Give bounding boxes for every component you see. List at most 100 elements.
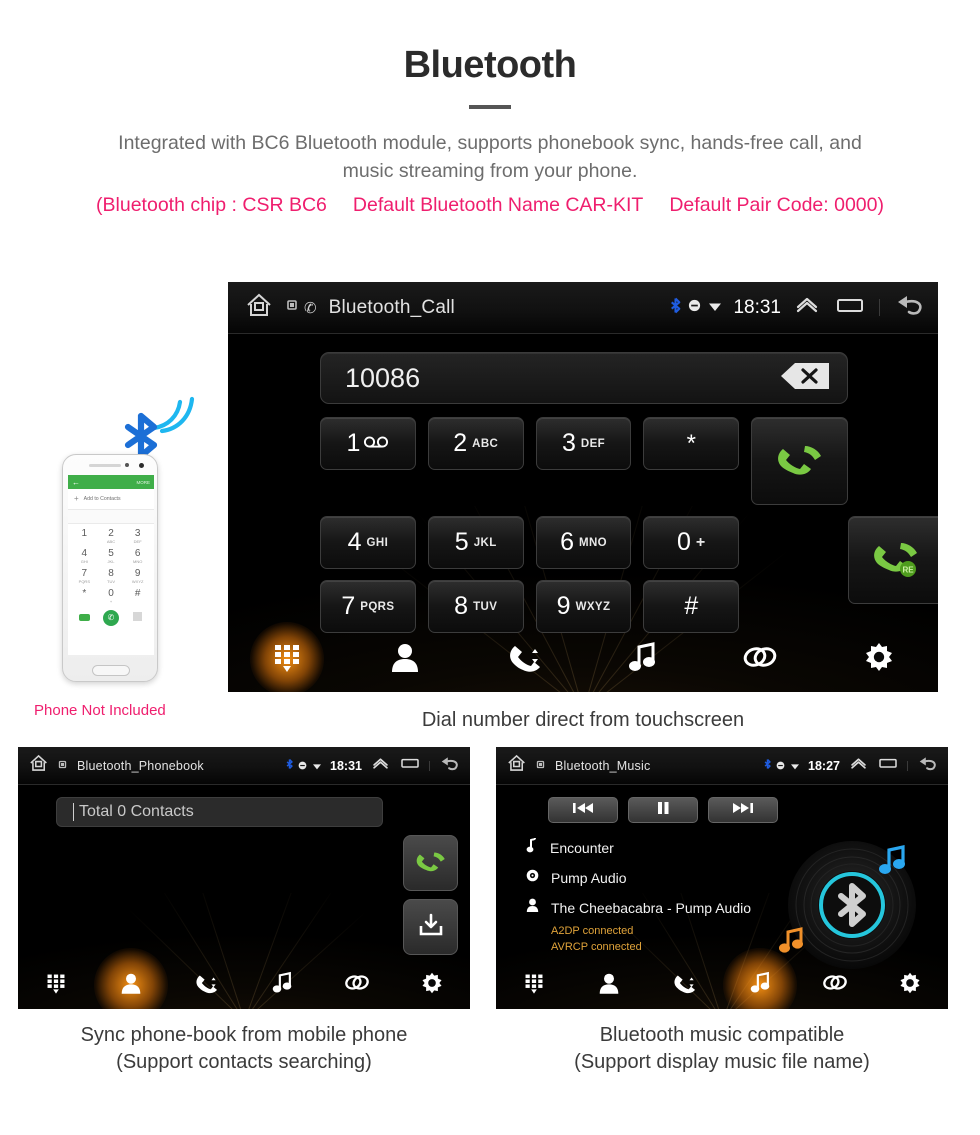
home-icon[interactable] [244,291,278,324]
intro-line-1: Integrated with BC6 Bluetooth module, su… [118,132,862,154]
key-4[interactable]: 4 GHI [320,516,416,569]
phone-key-6: 6 MNO [133,548,143,564]
phonebook-caption-line-1: Sync phone-book from mobile phone [80,1024,408,1046]
dialed-number-field[interactable]: 10086 [320,352,848,404]
nav-call-history[interactable] [169,961,244,1009]
key-2[interactable]: 2 ABC [427,417,524,470]
call-status-bar: ✆ Bluetooth_Call 18:31 [228,282,938,334]
nav-pairing[interactable] [701,626,819,692]
key-0[interactable]: 0 + [643,516,740,569]
clock-label: 18:27 [808,758,840,773]
album-row: Pump Audio [526,869,796,887]
page-title: Bluetooth [403,44,577,86]
voicemail-icon [363,435,389,453]
keypad-icon [270,640,304,679]
dial-keypad: 1 2 ABC 3 DEF * 4 GHI 5 JKL 6 MNO 0 + 7 … [320,417,849,633]
back-icon[interactable] [439,755,462,777]
status-divider [879,299,880,316]
phonebook-call-button[interactable] [403,835,458,891]
key-2-number: 2 [453,429,468,457]
track-title-label: Encounter [550,839,614,856]
nav-keypad[interactable] [18,961,93,1009]
phonebook-caption-line-2: (Support contacts searching) [116,1051,372,1073]
link-icon [344,973,370,997]
previous-button[interactable] [548,797,618,823]
key-9-number: 9 [556,592,571,620]
nav-contacts[interactable] [346,626,464,692]
key-5-number: 5 [454,528,469,556]
bluetooth-phonebook-screen: Bluetooth_Phonebook 18:31 Total 0 Contac… [18,747,470,1009]
nav-contacts[interactable] [571,961,646,1009]
recents-icon[interactable] [835,295,865,320]
phone-key-0: 0 + [108,588,114,604]
chevron-up-icon[interactable] [795,295,819,320]
contacts-search-field[interactable]: Total 0 Contacts [56,797,383,827]
contacts-icon [121,972,141,999]
key-6[interactable]: 6 MNO [535,516,632,569]
phone-sensor-icon [125,463,129,467]
key-9-letters: WXYZ [575,600,611,613]
phone-key-3: 3 DEF [133,528,142,544]
key-1[interactable]: 1 [320,417,416,470]
spec-line: (Bluetooth chip : CSR BC6 Default Blueto… [0,194,980,217]
sim-icon [58,757,67,775]
home-icon[interactable] [506,753,530,778]
nav-call-history[interactable] [465,626,583,692]
key-7-number: 7 [341,592,356,620]
redial-button[interactable]: RE [848,516,938,604]
call-handset-icon [774,441,826,482]
nav-settings[interactable] [873,961,948,1009]
nav-pairing[interactable] [319,961,394,1009]
phone-key-7: 7 PQRS [78,568,90,584]
phonebook-screen-title: Bluetooth_Phonebook [77,758,204,773]
artist-label: The Cheebacabra - Pump Audio [551,899,752,916]
key-5[interactable]: 5 JKL [427,516,524,569]
next-button[interactable] [708,797,778,823]
key-1-number: 1 [346,429,361,457]
back-icon[interactable] [917,755,940,777]
recents-icon[interactable] [878,756,898,775]
nav-call-history[interactable] [647,961,722,1009]
key-3[interactable]: 3 DEF [535,417,632,470]
back-icon[interactable] [894,293,928,322]
key-5-letters: JKL [473,536,497,549]
call-nav-bar [228,626,938,692]
backspace-icon[interactable] [779,361,833,396]
previous-icon [571,801,595,820]
nav-music[interactable] [583,626,701,692]
keypad-row: 4 GHI 5 JKL 6 MNO 0 + [320,516,848,569]
nav-contacts[interactable] [93,961,168,1009]
nav-pairing[interactable] [797,961,872,1009]
nav-keypad[interactable] [228,626,346,692]
music-body: Encounter Pump Audio The Cheebacabra - P… [496,785,948,1009]
text-cursor [73,803,74,821]
nav-keypad[interactable] [496,961,571,1009]
link-icon [742,644,778,675]
chevron-up-icon[interactable] [850,756,867,776]
nav-music[interactable] [722,961,797,1009]
phone-illustration: ← MORE + Add to Contacts 1 2 ABC 3 DEF 4 GH… [62,454,158,682]
chevron-up-icon[interactable] [372,756,389,776]
intro-line-2: music streaming from your phone. [342,160,638,183]
nav-settings[interactable] [820,626,938,692]
key-star[interactable]: * [643,417,740,470]
music-screen-title: Bluetooth_Music [555,758,651,773]
nav-music[interactable] [244,961,319,1009]
track-note-icon [526,837,538,858]
phone-keypad-row: 7 PQRS 8 TUV 9 WXYZ [71,568,151,584]
phone-keypad: 1 2 ABC 3 DEF 4 GHI 5 JKL 6 MNO 7 PQRS 8 TUV 9W… [68,524,154,626]
spec-chip: (Bluetooth chip : CSR BC6 [96,193,327,216]
phone-more-label: MORE [136,479,151,485]
artist-row: The Cheebacabra - Pump Audio [526,898,796,917]
phonebook-status-bar: Bluetooth_Phonebook 18:31 [18,747,470,785]
home-icon[interactable] [28,753,52,778]
key-6-number: 6 [560,528,574,556]
nav-settings[interactable] [395,961,470,1009]
pause-button[interactable] [628,797,698,823]
recents-icon[interactable] [400,756,420,775]
album-label: Pump Audio [551,870,627,886]
call-button[interactable] [751,417,849,505]
call-screen-body: 10086 1 2 ABC 3 DEF * 4 GHI 5 JKL 6 MNO … [228,334,938,692]
a2dp-status-label: A2DP connected [551,925,634,937]
phonebook-download-button[interactable] [403,899,458,955]
